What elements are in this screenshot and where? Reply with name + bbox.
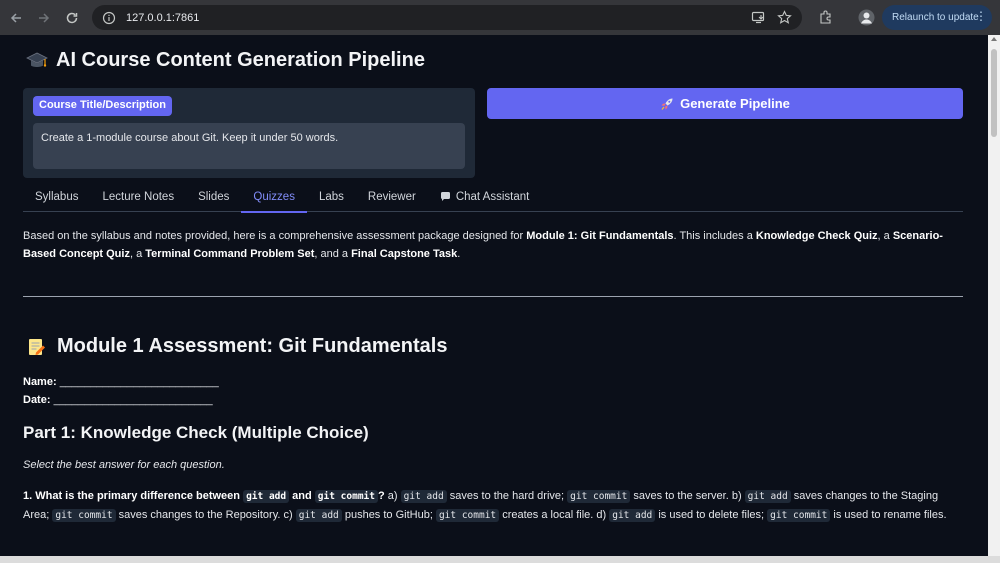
relaunch-to-update-button[interactable]: Relaunch to update ⋮ <box>882 5 992 30</box>
question-1: 1. What is the primary difference betwee… <box>23 487 963 525</box>
site-info-icon[interactable] <box>100 9 118 27</box>
install-app-icon[interactable] <box>750 9 767 26</box>
intro-bold: Final Capstone Task <box>351 248 458 260</box>
intro-text: , a <box>877 230 893 242</box>
assessment-heading: Module 1 Assessment: Git Fundamentals <box>26 335 447 358</box>
assessment-title: Module 1 Assessment: Git Fundamentals <box>57 335 448 357</box>
answer-text: saves to the hard drive; <box>446 490 568 502</box>
divider <box>23 296 963 297</box>
answer-text: is used to rename files. <box>830 509 947 521</box>
course-input-label: Course Title/Description <box>33 96 172 116</box>
graduation-cap-icon <box>26 52 48 67</box>
intro-text: . <box>457 248 461 260</box>
intro-bold: Knowledge Check Quiz <box>755 230 878 242</box>
part1-instruction: Select the best answer for each question… <box>23 459 225 471</box>
generate-pipeline-label: Generate Pipeline <box>680 96 790 111</box>
tab-chat-assistant[interactable]: Chat Assistant <box>428 188 542 212</box>
q-text: 1. What is the primary difference betwee… <box>23 490 244 502</box>
inline-code: git commit <box>314 490 378 503</box>
url-text: 127.0.0.1:7861 <box>126 11 200 24</box>
intro-text: . This includes a <box>673 230 756 242</box>
answer-text: creates a local file. d) <box>499 509 610 521</box>
tab-labs[interactable]: Labs <box>307 188 356 212</box>
address-bar[interactable]: 127.0.0.1:7861 <box>92 5 802 30</box>
rocket-icon <box>661 98 673 110</box>
tab-label: Chat Assistant <box>455 191 530 203</box>
relaunch-label: Relaunch to update <box>892 12 979 23</box>
profile-avatar-icon[interactable] <box>856 5 876 30</box>
inline-code: git commit <box>435 509 500 522</box>
tab-quizzes[interactable]: Quizzes <box>241 188 307 213</box>
answer-text: a) <box>384 490 401 502</box>
inline-code: git add <box>295 509 342 522</box>
tab-reviewer[interactable]: Reviewer <box>356 188 428 212</box>
question-text: 1. What is the primary difference betwee… <box>23 490 385 503</box>
inline-code: git add <box>400 490 447 503</box>
reload-icon[interactable] <box>59 5 85 31</box>
speech-bubble-icon <box>440 191 451 205</box>
output-tabs: Syllabus Lecture Notes Slides Quizzes La… <box>23 188 963 213</box>
course-description-input[interactable]: Create a 1-module course about Git. Keep… <box>33 123 465 169</box>
scroll-up-arrow-icon[interactable] <box>991 37 997 41</box>
back-icon[interactable] <box>3 5 29 31</box>
intro-text: , and a <box>314 248 352 260</box>
date-label: Date: <box>23 394 51 406</box>
intro-bold: Module 1: Git Fundamentals <box>526 230 674 242</box>
q-text: and <box>289 490 315 502</box>
memo-icon <box>29 338 45 355</box>
intro-text: Based on the syllabus and notes provided… <box>23 230 527 242</box>
course-input-card: Course Title/Description Create a 1-modu… <box>23 88 475 178</box>
name-blank: __________________________ <box>59 376 219 388</box>
intro-paragraph: Based on the syllabus and notes provided… <box>23 227 963 263</box>
name-label: Name: <box>23 376 57 388</box>
answer-text: saves changes to the Repository. c) <box>115 509 296 521</box>
inline-code: git add <box>609 509 656 522</box>
generate-pipeline-button[interactable]: Generate Pipeline <box>487 88 963 119</box>
window-bottom-edge <box>0 556 1000 563</box>
app-title: AI Course Content Generation Pipeline <box>56 49 425 71</box>
answer-text: saves to the server. b) <box>630 490 745 502</box>
scrollbar-thumb[interactable] <box>991 49 997 137</box>
tab-label: Slides <box>198 191 230 203</box>
name-line: Name: __________________________ <box>23 376 219 388</box>
page-scrollbar[interactable] <box>988 35 1000 556</box>
tab-label: Syllabus <box>35 191 79 203</box>
tab-label: Lecture Notes <box>102 191 175 203</box>
inline-code: git commit <box>567 490 631 503</box>
quiz-intro: Based on the syllabus and notes provided… <box>23 227 963 263</box>
date-line: Date: __________________________ <box>23 394 213 406</box>
intro-text: , a <box>129 248 146 260</box>
tab-slides[interactable]: Slides <box>186 188 241 212</box>
inline-code: git commit <box>52 509 116 522</box>
browser-toolbar: 127.0.0.1:7861 Relaunch to update ⋮ <box>0 0 1000 35</box>
more-menu-icon[interactable]: ⋮ <box>975 9 987 23</box>
forward-icon[interactable] <box>31 5 57 31</box>
answer-text: is used to delete files; <box>655 509 768 521</box>
part1-heading: Part 1: Knowledge Check (Multiple Choice… <box>23 423 369 442</box>
tab-syllabus[interactable]: Syllabus <box>23 188 90 212</box>
tab-label: Reviewer <box>367 191 416 203</box>
answer-text: pushes to GitHub; <box>341 509 436 521</box>
app-header: AI Course Content Generation Pipeline <box>26 49 425 72</box>
extensions-icon[interactable] <box>815 5 835 30</box>
app-page: AI Course Content Generation Pipeline Co… <box>0 35 988 556</box>
inline-code: git add <box>243 490 290 503</box>
bookmark-star-icon[interactable] <box>776 9 793 26</box>
tab-label: Labs <box>318 191 344 203</box>
q-text: ? <box>377 490 385 502</box>
tab-lecture-notes[interactable]: Lecture Notes <box>90 188 186 212</box>
inline-code: git add <box>744 490 791 503</box>
intro-bold: Terminal Command Problem Set <box>145 248 315 260</box>
inline-code: git commit <box>767 509 831 522</box>
date-blank: __________________________ <box>53 394 213 406</box>
tab-label: Quizzes <box>253 191 295 203</box>
